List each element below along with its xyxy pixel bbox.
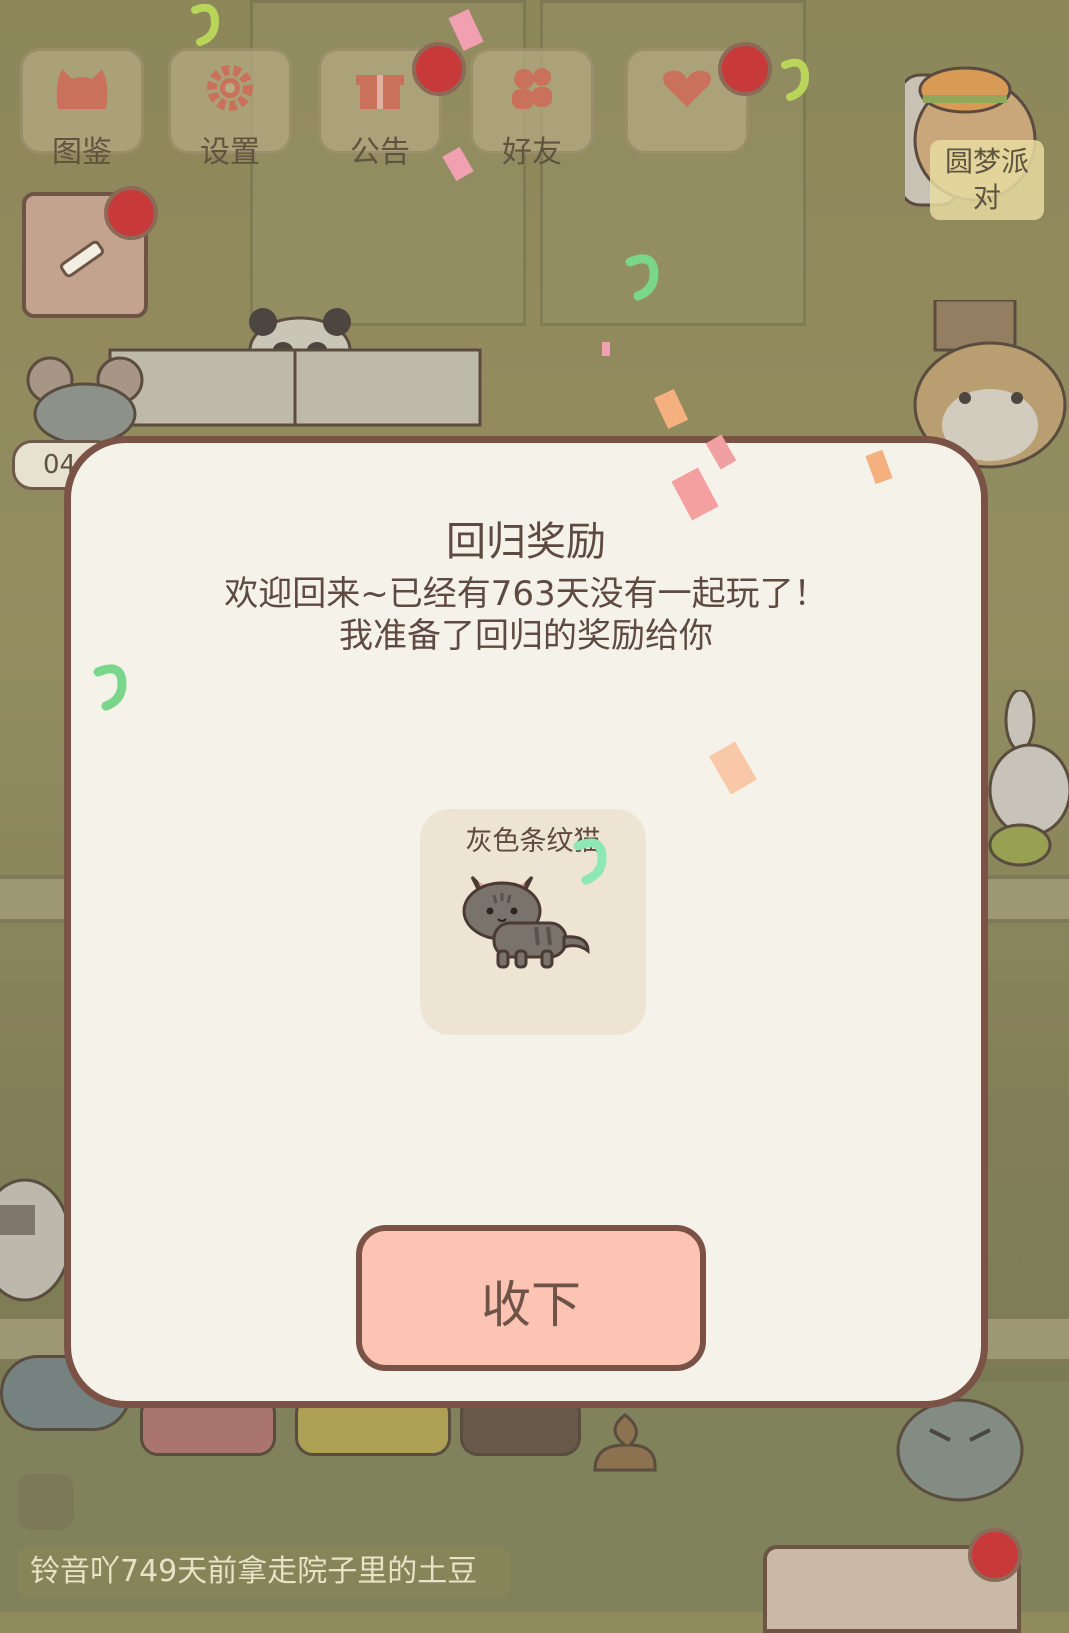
confetti-decoration — [93, 3, 893, 885]
